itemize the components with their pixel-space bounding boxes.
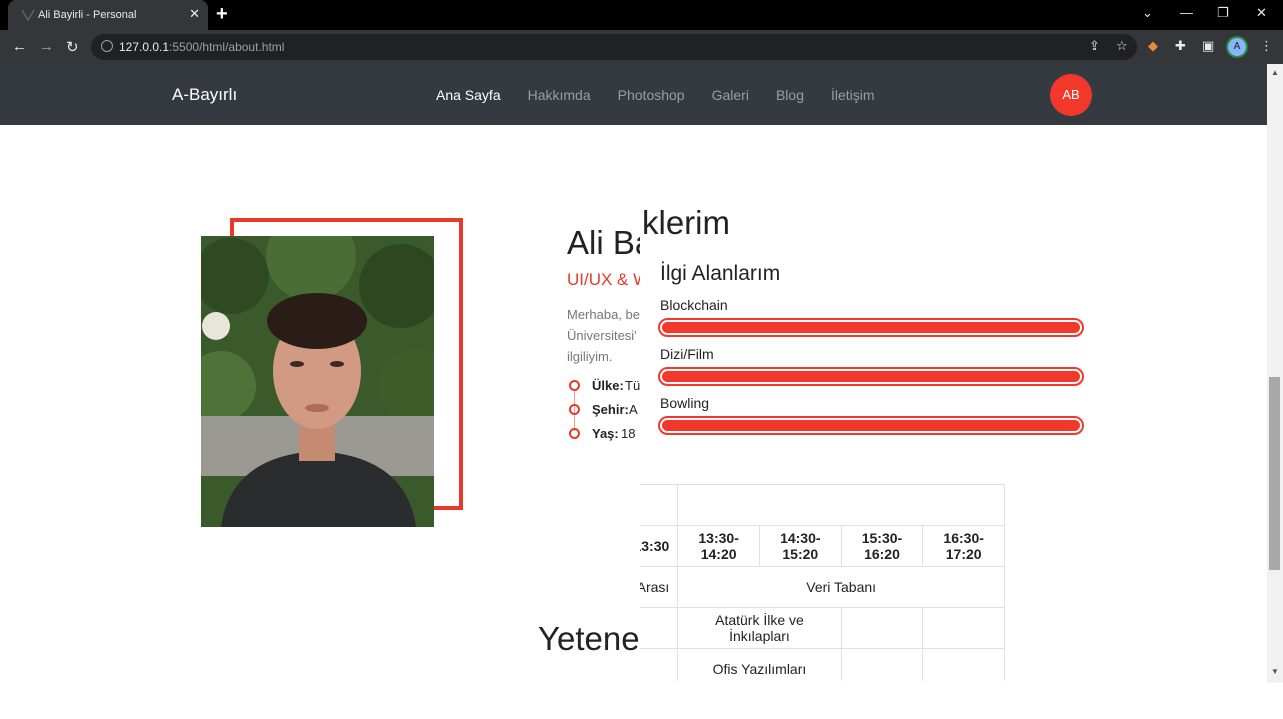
menu-icon[interactable]: ⋮ bbox=[1260, 38, 1273, 54]
scroll-down-icon[interactable]: ▼ bbox=[1271, 667, 1279, 676]
table-row: Atatürk İlke ve İnkılapları bbox=[640, 607, 1005, 649]
table-header: 15:30-16:20 bbox=[840, 525, 924, 567]
favicon-icon bbox=[21, 9, 35, 22]
interest-label: Dizi/Film bbox=[660, 346, 714, 362]
table-row: Öğle Arası Veri Tabanı bbox=[640, 566, 1005, 608]
new-tab-icon[interactable]: + bbox=[216, 3, 228, 26]
table-cell: Atatürk İlke ve İnkılapları bbox=[677, 607, 842, 649]
table-header: 13:30-14:20 bbox=[677, 525, 760, 567]
table-cell: Veri Tabanı bbox=[677, 566, 1005, 608]
user-avatar[interactable]: AB bbox=[1050, 74, 1092, 116]
tab-strip: Ali Bayirli - Personal ✕ + ⌄ — ❐ ✕ bbox=[0, 0, 1283, 30]
nav-link-home[interactable]: Ana Sayfa bbox=[436, 87, 501, 103]
scroll-up-icon[interactable]: ▲ bbox=[1271, 68, 1279, 77]
table-row: Ofis Yazılımları bbox=[640, 648, 1005, 681]
nav-link-contact[interactable]: İletişim bbox=[831, 87, 875, 103]
table-header: 16:30-17:20 bbox=[922, 525, 1005, 567]
progress-bar bbox=[658, 318, 1084, 337]
progress-fill bbox=[662, 371, 1080, 382]
back-icon[interactable]: ← bbox=[12, 38, 27, 55]
about-role: UI/UX & W bbox=[567, 270, 650, 289]
browser-toolbar: ← → ↻ 127.0.0.1:5500/html/about.html ⇪ ☆ bbox=[0, 30, 1283, 64]
progress-fill bbox=[662, 420, 1080, 431]
progress-bar bbox=[658, 367, 1084, 386]
bullet-circle-icon bbox=[569, 428, 580, 439]
interests-heading: İlgi Alanlarım bbox=[660, 262, 781, 285]
close-tab-icon[interactable]: ✕ bbox=[189, 6, 200, 22]
url-text: 127.0.0.1:5500/html/about.html bbox=[119, 40, 285, 54]
site-navbar: A-Bayırlı Ana Sayfa Hakkımda Photoshop G… bbox=[0, 64, 1267, 125]
minimize-icon[interactable]: — bbox=[1180, 5, 1193, 20]
nav-link-photoshop[interactable]: Photoshop bbox=[618, 87, 685, 103]
bookmark-star-icon[interactable]: ☆ bbox=[1116, 38, 1128, 54]
nav-link-gallery[interactable]: Galeri bbox=[712, 87, 749, 103]
brand-logo[interactable]: A-Bayırlı bbox=[172, 85, 237, 105]
nav-link-blog[interactable]: Blog bbox=[776, 87, 804, 103]
skills-heading: Yetene bbox=[538, 620, 640, 657]
scroll-thumb[interactable] bbox=[1269, 377, 1280, 570]
page-scrollbar[interactable]: ▲ ▼ bbox=[1267, 64, 1283, 683]
about-description: Merhaba, be Üniversitesi' ilgiliyim. bbox=[567, 307, 640, 364]
profile-photo bbox=[201, 236, 434, 527]
progress-bar bbox=[658, 416, 1084, 435]
restore-icon[interactable]: ❐ bbox=[1217, 5, 1229, 21]
table-row bbox=[640, 484, 1005, 526]
bullet-circle-icon bbox=[569, 380, 580, 391]
overlay-heading: klerim bbox=[642, 204, 730, 241]
side-panel-icon[interactable]: ▣ bbox=[1202, 38, 1214, 54]
metamask-extension-icon[interactable]: ◆ bbox=[1148, 38, 1158, 54]
bullet-circle-icon bbox=[569, 404, 580, 415]
interest-label: Blockchain bbox=[660, 297, 728, 313]
interest-label: Bowling bbox=[660, 395, 710, 411]
forward-icon[interactable]: → bbox=[39, 38, 54, 55]
address-bar[interactable]: 127.0.0.1:5500/html/about.html ⇪ ☆ bbox=[91, 34, 1137, 60]
table-cell: Ofis Yazılımları bbox=[677, 648, 842, 681]
tab-title: Ali Bayirli - Personal bbox=[38, 9, 137, 21]
extensions-icon[interactable]: ✚ bbox=[1175, 38, 1186, 54]
nav-links: Ana Sayfa Hakkımda Photoshop Galeri Blog… bbox=[436, 87, 902, 103]
table-cell: Öğle Arası bbox=[640, 566, 679, 608]
table-header: 12:20-13:30 bbox=[640, 525, 679, 567]
tab-search-icon[interactable]: ⌄ bbox=[1142, 5, 1153, 21]
reload-icon[interactable]: ↻ bbox=[66, 38, 79, 56]
progress-fill bbox=[662, 322, 1080, 333]
close-window-icon[interactable]: ✕ bbox=[1256, 5, 1267, 21]
schedule-table: 12:20-13:30 13:30-14:20 14:30-15:20 15:3… bbox=[640, 484, 1005, 681]
table-header: 14:30-15:20 bbox=[758, 525, 842, 567]
share-icon[interactable]: ⇪ bbox=[1089, 38, 1100, 54]
site-info-icon[interactable] bbox=[101, 40, 113, 52]
interests-overlay-panel: klerim İlgi Alanlarım Blockchain Dizi/Fi… bbox=[640, 200, 1095, 681]
profile-avatar[interactable]: A bbox=[1228, 38, 1246, 56]
nav-link-about[interactable]: Hakkımda bbox=[528, 87, 591, 103]
browser-tab[interactable]: Ali Bayirli - Personal ✕ bbox=[8, 0, 208, 30]
table-row: 12:20-13:30 13:30-14:20 14:30-15:20 15:3… bbox=[640, 525, 1005, 567]
